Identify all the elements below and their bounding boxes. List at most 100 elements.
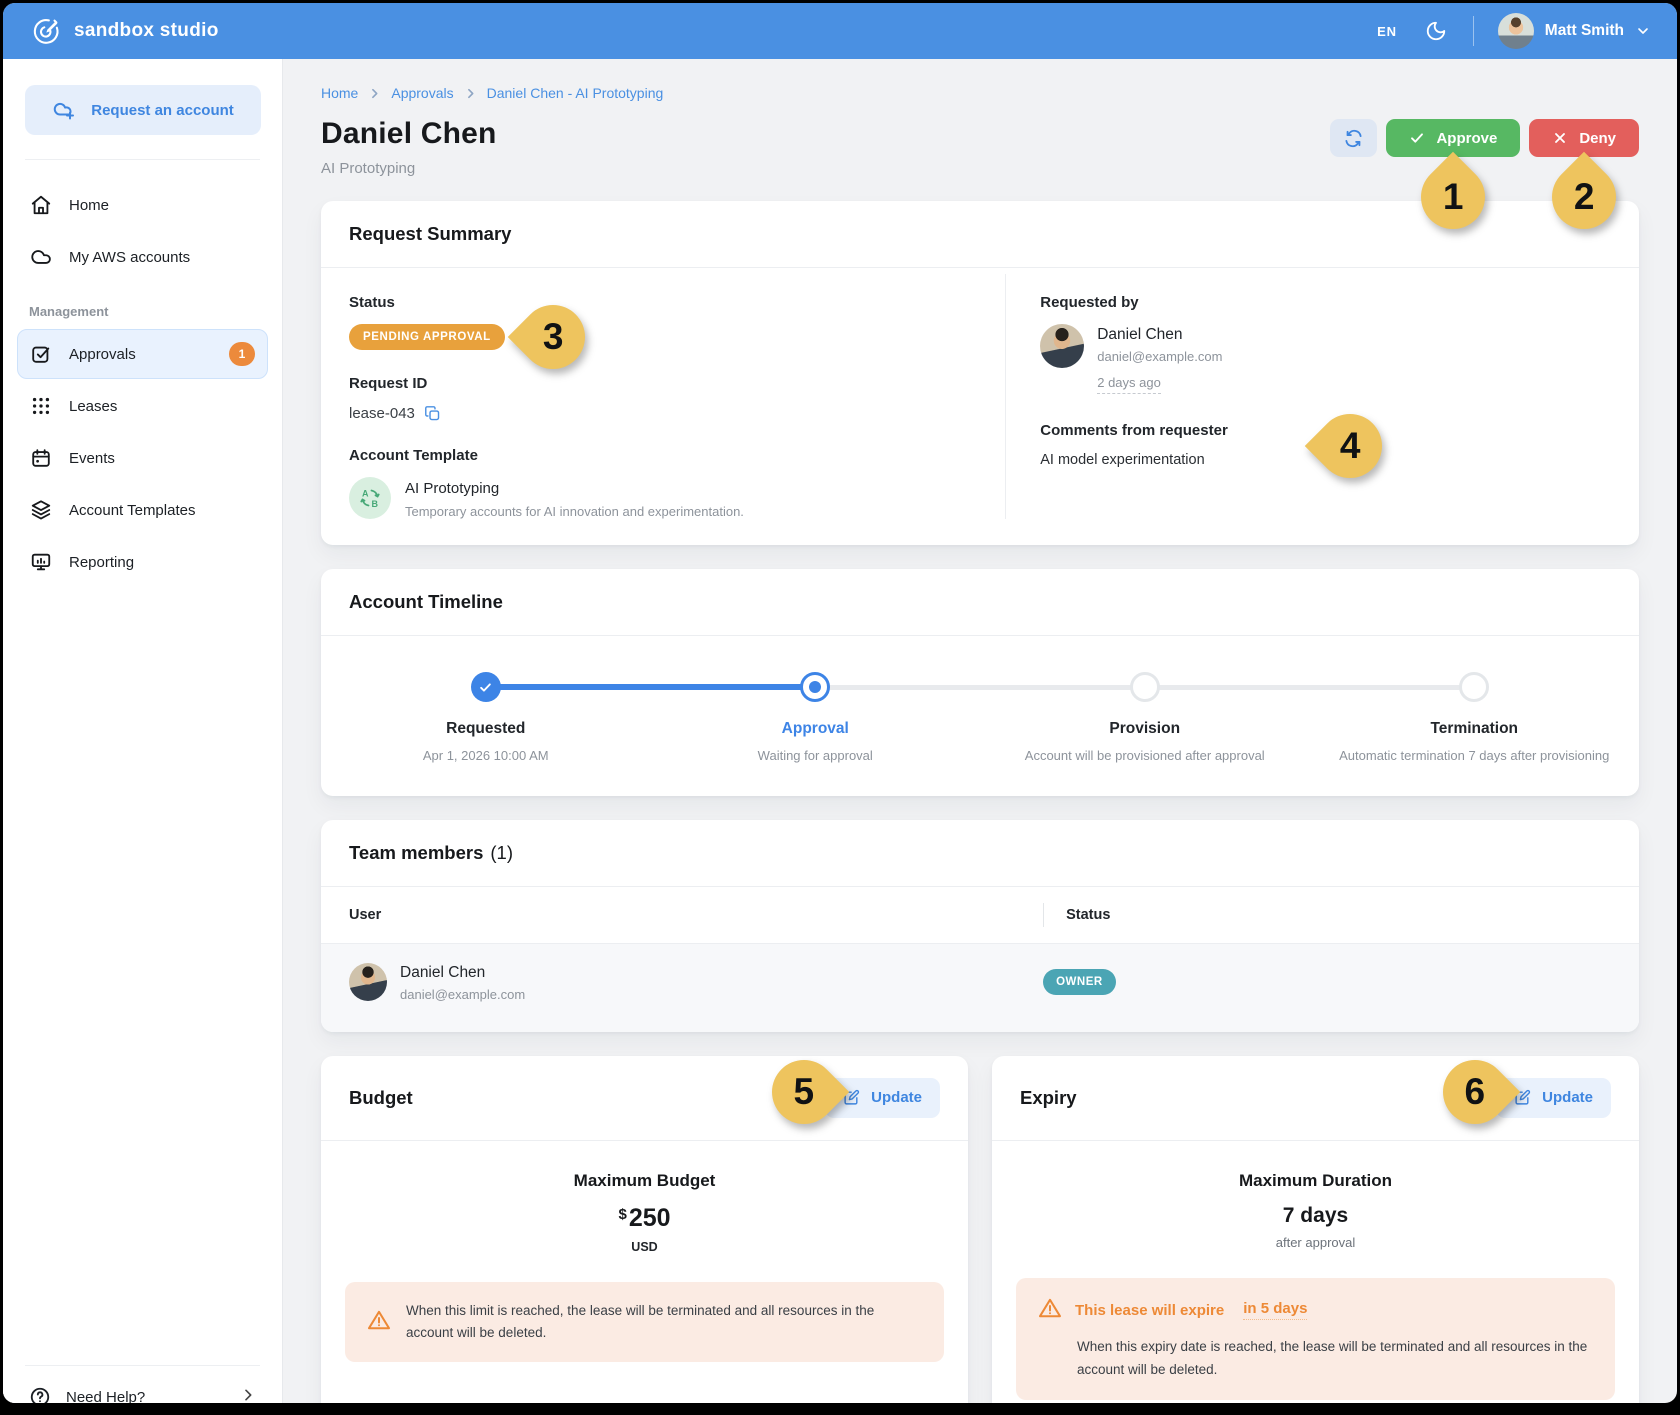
timeline-label-provision: Provision Account will be provisioned af… (980, 720, 1310, 766)
breadcrumb: Home Approvals Daniel Chen - AI Prototyp… (321, 85, 1639, 101)
sidebar-item-label: Account Templates (69, 502, 255, 519)
copy-icon (424, 405, 441, 422)
sidebar-item-my-aws-accounts[interactable]: My AWS accounts (17, 232, 268, 282)
budget-currency: USD (321, 1240, 968, 1254)
expiry-warning-title: This lease will expire (1075, 1302, 1224, 1319)
sidebar-item-events[interactable]: Events (17, 433, 268, 483)
comments-text: AI model experimentation (1040, 452, 1611, 468)
requester-email: daniel@example.com (1097, 349, 1222, 364)
app-name: sandbox studio (74, 20, 219, 42)
team-table-header: User Status (321, 887, 1639, 943)
timeline-step-requested (321, 672, 651, 702)
account-timeline-card: Account Timeline (321, 569, 1639, 796)
deny-button[interactable]: Deny 2 (1529, 119, 1639, 157)
comments-label: Comments from requester (1040, 422, 1611, 439)
breadcrumb-approvals[interactable]: Approvals (391, 85, 453, 101)
sidebar-footer: Need Help? (3, 1365, 282, 1403)
refresh-icon (1344, 129, 1363, 148)
sidebar-section-management: Management (29, 304, 282, 319)
refresh-button[interactable] (1330, 119, 1377, 157)
budget-card: Budget 5 Update (321, 1056, 968, 1403)
sidebar-item-reporting[interactable]: Reporting (17, 537, 268, 587)
expiry-card: Expiry 6 Update (992, 1056, 1639, 1403)
app-window: sandbox studio EN Matt Smith Reques (3, 3, 1677, 1403)
expiry-warning-text: When this expiry date is reached, the le… (1077, 1336, 1593, 1382)
update-label: Update (871, 1089, 922, 1106)
moon-icon (1425, 20, 1447, 42)
chevron-right-icon (464, 86, 477, 100)
request-summary-card: Request Summary Status PENDING APPROVAL … (321, 201, 1639, 545)
timeline-label-approval: Approval Waiting for approval (651, 720, 981, 766)
chevron-right-icon (240, 1387, 256, 1403)
page-actions: Approve 1 Deny 2 (1330, 119, 1639, 157)
account-template-label: Account Template (349, 447, 1005, 464)
sidebar-item-label: Leases (69, 398, 255, 415)
team-members-count: (1) (490, 842, 513, 864)
duration-note: after approval (992, 1235, 1639, 1250)
user-menu[interactable]: Matt Smith (1498, 13, 1651, 49)
step-todo-icon (1459, 672, 1489, 702)
copy-request-id-button[interactable] (424, 405, 441, 422)
calendar-icon (30, 447, 52, 469)
step-current-icon (800, 672, 830, 702)
need-help-link[interactable]: Need Help? (3, 1386, 282, 1403)
update-expiry-button[interactable]: Update (1496, 1078, 1611, 1118)
sidebar-divider (25, 159, 260, 160)
sidebar-item-label: Events (69, 450, 255, 467)
dark-mode-toggle[interactable] (1425, 20, 1447, 42)
timeline-label-termination: Termination Automatic termination 7 days… (1310, 720, 1640, 766)
request-id-value: lease-043 (349, 405, 415, 422)
status-label: Status (349, 294, 1005, 311)
page-title: Daniel Chen (321, 117, 497, 151)
warning-triangle-icon (1038, 1296, 1062, 1325)
requester-avatar (1040, 324, 1084, 368)
layers-icon (30, 499, 52, 521)
main-area: Home Approvals Daniel Chen - AI Prototyp… (283, 59, 1677, 1403)
request-summary-title: Request Summary (349, 223, 511, 245)
sidebar-item-approvals[interactable]: Approvals 1 (17, 329, 268, 379)
topbar-divider (1473, 16, 1474, 46)
cloud-icon (30, 246, 52, 268)
requester-name: Daniel Chen (1097, 324, 1222, 344)
edit-icon (843, 1089, 860, 1106)
sidebar-item-home[interactable]: Home (17, 180, 268, 230)
user-name: Matt Smith (1545, 22, 1624, 40)
expiry-title: Expiry (1020, 1087, 1077, 1109)
warning-triangle-icon (367, 1308, 391, 1337)
sidebar-item-leases[interactable]: Leases (17, 381, 268, 431)
expiry-metric: Maximum Duration 7 days after approval (992, 1141, 1639, 1252)
owner-badge: OWNER (1043, 969, 1116, 995)
member-name: Daniel Chen (400, 962, 525, 982)
approve-label: Approve (1436, 130, 1497, 147)
edit-icon (1514, 1089, 1531, 1106)
approve-button[interactable]: Approve 1 (1386, 119, 1520, 157)
sidebar-item-label: My AWS accounts (69, 249, 255, 266)
check-icon (1409, 130, 1425, 146)
timeline-step-approval (651, 672, 981, 702)
request-account-button[interactable]: Request an account (25, 85, 261, 135)
language-switcher[interactable]: EN (1377, 24, 1397, 39)
column-header-status: Status (1066, 907, 1110, 923)
checkbox-check-icon (30, 343, 52, 365)
x-icon (1552, 130, 1568, 146)
sidebar-item-account-templates[interactable]: Account Templates (17, 485, 268, 535)
step-todo-icon (1130, 672, 1160, 702)
timeline-step-provision (980, 672, 1310, 702)
maximum-budget-label: Maximum Budget (321, 1171, 968, 1191)
sidebar-footer-divider (25, 1365, 260, 1366)
timeline-label-requested: Requested Apr 1, 2026 10:00 AM (321, 720, 651, 766)
update-budget-button[interactable]: Update (825, 1078, 940, 1118)
duration-value: 7 days (992, 1204, 1639, 1228)
requested-by-label: Requested by (1040, 294, 1611, 311)
budget-metric: Maximum Budget $250 USD (321, 1141, 968, 1256)
member-email: daniel@example.com (400, 987, 525, 1002)
team-members-card: Team members (1) User Status (321, 820, 1639, 1032)
breadcrumb-current[interactable]: Daniel Chen - AI Prototyping (487, 85, 664, 101)
cloud-plus-icon (52, 97, 78, 123)
expiry-warning: This lease will expire in 5 days When th… (1016, 1278, 1615, 1400)
requested-time: 2 days ago (1097, 375, 1161, 394)
breadcrumb-home[interactable]: Home (321, 85, 358, 101)
template-description: Temporary accounts for AI innovation and… (405, 504, 744, 519)
approvals-count-badge: 1 (229, 342, 255, 366)
svg-text:B: B (372, 499, 379, 509)
